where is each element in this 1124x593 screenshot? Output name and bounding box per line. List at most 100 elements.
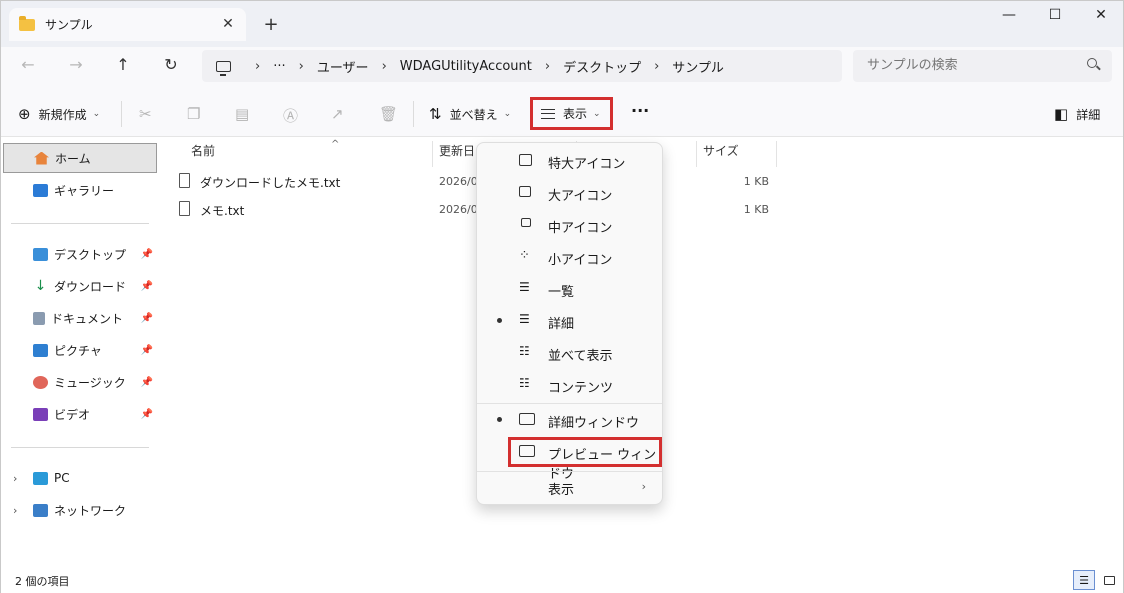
menu-item-content[interactable]: ☷ コンテンツ [481,370,660,400]
up-button[interactable]: ↑ [111,55,135,77]
rename-icon: Ⓐ [283,107,299,125]
forward-button[interactable]: → [64,55,88,77]
menu-item-small-icons[interactable]: ⁘ 小アイコン [481,242,660,272]
menu-item-medium-icons[interactable]: 中アイコン [481,210,660,240]
selected-bullet-icon [497,417,502,422]
address-bar[interactable]: › ··· › ユーザー › WDAGUtilityAccount › デスクト… [202,50,842,82]
column-header-name[interactable]: ^ 名前 [185,139,433,167]
menu-item-list[interactable]: ☰ 一覧 [481,274,660,304]
breadcrumb-desktop[interactable]: デスクトップ [563,57,641,76]
sidebar-item-gallery[interactable]: ギャラリー [3,175,157,205]
maximize-button[interactable]: ☐ [1035,7,1075,27]
pin-icon[interactable]: 📌 [141,313,153,324]
close-button[interactable]: ✕ [1081,7,1121,27]
status-bar: 2 個の項目 ☰ [1,567,1123,593]
title-bar: サンプル ✕ + — ☐ ✕ [1,1,1123,47]
breadcrumb-sample[interactable]: サンプル [672,57,724,76]
sidebar-item-label: ギャラリー [54,183,115,198]
tiles-view-toggle[interactable] [1098,570,1120,590]
pin-icon[interactable]: 📌 [141,409,153,420]
menu-item-label: 並べて表示 [548,349,613,364]
pin-icon[interactable]: 📌 [141,249,153,260]
details-view-toggle[interactable]: ☰ [1073,570,1095,590]
video-icon [33,407,48,421]
sidebar-item-network[interactable]: › ネットワーク [3,495,157,525]
minimize-button[interactable]: — [989,7,1029,27]
menu-item-tiles[interactable]: ☷ 並べて表示 [481,338,660,368]
breadcrumb-account[interactable]: WDAGUtilityAccount [400,59,532,74]
tab-close-icon[interactable]: ✕ [220,16,236,32]
more-options-button[interactable]: ··· [631,101,649,120]
breadcrumb-separator: › [654,58,660,74]
selected-bullet-icon [497,318,502,323]
chevron-right-icon: › [641,480,646,493]
sidebar-item-videos[interactable]: ビデオ 📌 [3,399,157,429]
menu-item-label: 特大アイコン [548,157,626,172]
tab-sample[interactable]: サンプル ✕ [9,8,246,41]
details-pane-icon [519,413,535,425]
extra-large-icons-icon [519,154,532,166]
folder-icon [19,15,35,31]
back-button[interactable]: ← [16,55,40,77]
content-icon: ☷ [519,376,530,390]
menu-item-extra-large-icons[interactable]: 特大アイコン [481,146,660,176]
sidebar-item-downloads[interactable]: ↓ ダウンロード 📌 [3,271,157,301]
new-tab-button[interactable]: + [261,14,281,35]
large-icons-icon [519,186,531,197]
sidebar-item-music[interactable]: ミュージック 📌 [3,367,157,397]
sidebar-item-pc[interactable]: › PC [3,463,157,493]
column-header-size[interactable]: サイズ [697,141,777,167]
details-label: 詳細 [1076,107,1101,122]
view-button[interactable]: 表示 ⌄ [530,97,613,130]
chevron-down-icon: ⌄ [503,109,512,119]
sort-button[interactable]: ⇅ 並べ替え ⌄ [429,105,511,123]
sidebar-item-home[interactable]: ホーム [3,143,157,173]
menu-item-show[interactable]: 表示 › [481,472,660,502]
details-icon: ☰ [519,312,530,326]
paste-button[interactable]: ▤ [235,105,257,123]
new-button[interactable]: ⊕ 新規作成 ⌄ [18,105,100,123]
divider [11,223,149,224]
sidebar-item-desktop[interactable]: デスクトップ 📌 [3,239,157,269]
sidebar-item-pictures[interactable]: ピクチャ 📌 [3,335,157,365]
tab-label: サンプル [45,18,93,32]
sort-ascending-icon: ^ [331,139,340,150]
tiles-icon: ☷ [519,344,530,358]
chevron-right-icon[interactable]: › [13,504,17,517]
chevron-right-icon[interactable]: › [13,472,17,485]
text-file-icon [179,173,190,188]
new-label: 新規作成 [38,107,87,122]
cut-button[interactable]: ✂ [139,105,160,123]
details-pane-button[interactable]: ◧ 詳細 [1054,105,1100,123]
pin-icon[interactable]: 📌 [141,377,153,388]
menu-item-label: 詳細 [548,317,575,332]
menu-item-details-pane[interactable]: 詳細ウィンドウ [481,405,660,435]
pin-icon[interactable]: 📌 [141,281,153,292]
computer-icon [33,471,48,485]
menu-item-large-icons[interactable]: 大アイコン [481,178,660,208]
sort-arrows-icon: ⇅ [429,105,442,123]
search-icon[interactable] [1087,58,1097,68]
text-file-icon [179,201,190,216]
sidebar-item-documents[interactable]: ドキュメント 📌 [3,303,157,333]
details-view-icon: ☰ [1079,573,1089,587]
rename-button[interactable]: Ⓐ [283,105,306,126]
delete-button[interactable]: 🗑 [379,105,406,123]
menu-item-label: 大アイコン [548,189,613,204]
copy-button[interactable]: ❐ [187,105,208,123]
refresh-button[interactable]: ↻ [159,55,183,77]
menu-item-details[interactable]: ☰ 詳細 [481,306,660,336]
sidebar-item-label: PC [54,471,70,485]
command-bar: ⊕ 新規作成 ⌄ ✂ ❐ ▤ Ⓐ ↗ 🗑 ⇅ 並べ替え ⌄ 表示 ⌄ ··· ◧… [1,91,1123,137]
pin-icon[interactable]: 📌 [141,345,153,356]
divider [413,101,414,127]
file-name: メモ.txt [200,204,245,218]
view-label: 表示 [563,107,588,121]
breadcrumb-overflow[interactable]: ··· [273,59,285,74]
chevron-down-icon: ⌄ [593,108,601,119]
share-button[interactable]: ↗ [331,105,352,123]
search-input[interactable] [853,50,1112,82]
breadcrumb-users[interactable]: ユーザー [317,57,369,76]
menu-item-label: 中アイコン [548,221,613,236]
menu-item-label: 表示 [548,483,575,498]
